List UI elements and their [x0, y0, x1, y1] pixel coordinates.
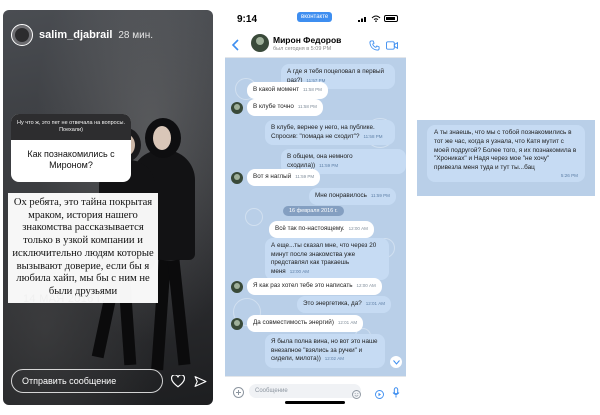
status-time: 9:14 [237, 14, 258, 25]
status-bar: 9:14 вконтакте [225, 8, 406, 30]
message-incoming[interactable]: Вот я наглый 11:59 PM [247, 169, 321, 186]
story-answer-text: Ох ребята, это тайна покрытая мраком, ис… [8, 193, 158, 303]
message-input[interactable]: Сообщение [249, 384, 361, 398]
home-indicator [285, 401, 345, 404]
message-outgoing[interactable]: Это энергетика, да? 12:01 AM [297, 296, 391, 313]
story-header: salim_djabrail 28 мин. [11, 24, 153, 46]
story-username[interactable]: salim_djabrail [39, 29, 112, 41]
story-reply-input[interactable]: Отправить сообщение [11, 369, 163, 393]
status-icons [358, 15, 398, 22]
message-incoming[interactable]: Всё так по-настоящему. 12:00 AM [269, 221, 374, 238]
emoji-icon[interactable] [352, 386, 361, 404]
chat-messages[interactable]: А где я тебя поцеловал в первый раз?) 11:… [225, 58, 406, 376]
instagram-story: salim_djabrail 28 мин. Ну что ж, это пет… [3, 10, 213, 405]
message-incoming[interactable]: В какой момент 11:58 PM [247, 82, 328, 99]
contact-name[interactable]: Мирон Федоров [273, 35, 341, 45]
message-outgoing[interactable]: Мне понравилось 11:59 PM [309, 188, 396, 205]
photo-date-stamp: 14 МАЯ 2016 Г. [23, 293, 106, 305]
message-outgoing[interactable]: Я была полна вина, но вот это наше внеза… [265, 334, 385, 368]
back-arrow-icon[interactable] [231, 38, 241, 56]
message-text: А ты знаешь, что мы с тобой познакомилис… [434, 129, 577, 172]
scroll-down-button[interactable] [390, 356, 402, 368]
avatar [231, 172, 243, 184]
phone-call-icon[interactable] [369, 38, 380, 56]
back-to-app-badge[interactable]: вконтакте [297, 12, 333, 22]
message-composer: Сообщение [225, 376, 406, 408]
avatar[interactable] [11, 24, 33, 46]
cropped-message-screenshot: А ты знаешь, что мы с тобой познакомилис… [417, 120, 595, 196]
contact-last-seen: был сегодня в 5:09 PM [273, 46, 332, 52]
question-sticker-text: Как познакомились с Мироном? [27, 148, 115, 171]
vk-chat-screenshot: 9:14 вконтакте Мирон Федоров был сегодня… [225, 8, 406, 408]
voice-message-icon[interactable] [375, 386, 384, 404]
chat-header: Мирон Федоров был сегодня в 5:09 PM [225, 30, 406, 58]
person-face [153, 126, 171, 150]
heart-icon[interactable] [171, 374, 185, 388]
avatar [231, 318, 243, 330]
message-incoming[interactable]: Я как раз хотел тебе это написать 12:00 A… [247, 278, 382, 295]
question-sticker-header: Ну что ж, это пет не отвечала на вопросы… [11, 114, 131, 140]
avatar [231, 102, 243, 114]
question-sticker: Ну что ж, это пет не отвечала на вопросы… [11, 114, 131, 183]
chevron-down-icon [392, 359, 400, 365]
microphone-icon[interactable] [392, 385, 400, 403]
message-outgoing[interactable]: В клубе, вернее у него, на публике. Спро… [265, 120, 395, 145]
wifi-icon [371, 15, 381, 22]
plus-icon[interactable] [233, 385, 244, 403]
story-timestamp: 28 мин. [118, 29, 154, 41]
avatar [231, 281, 243, 293]
signal-icon [358, 17, 366, 22]
message-incoming[interactable]: Да совместимость энергий) 12:01 AM [247, 315, 364, 332]
battery-icon [384, 15, 398, 22]
send-icon[interactable] [193, 374, 207, 388]
story-footer: Отправить сообщение [11, 369, 207, 393]
message-outgoing[interactable]: А еще...ты сказал мне, что через 20 мину… [265, 238, 389, 280]
message-outgoing[interactable]: А ты знаешь, что мы с тобой познакомилис… [427, 125, 585, 183]
message-time: 5:26 PM [560, 173, 578, 179]
message-incoming[interactable]: В клубе точно 11:58 PM [247, 99, 323, 116]
date-divider: 16 февраля 2016 г. [283, 206, 344, 216]
avatar[interactable] [251, 34, 269, 52]
video-call-icon[interactable] [386, 38, 398, 56]
